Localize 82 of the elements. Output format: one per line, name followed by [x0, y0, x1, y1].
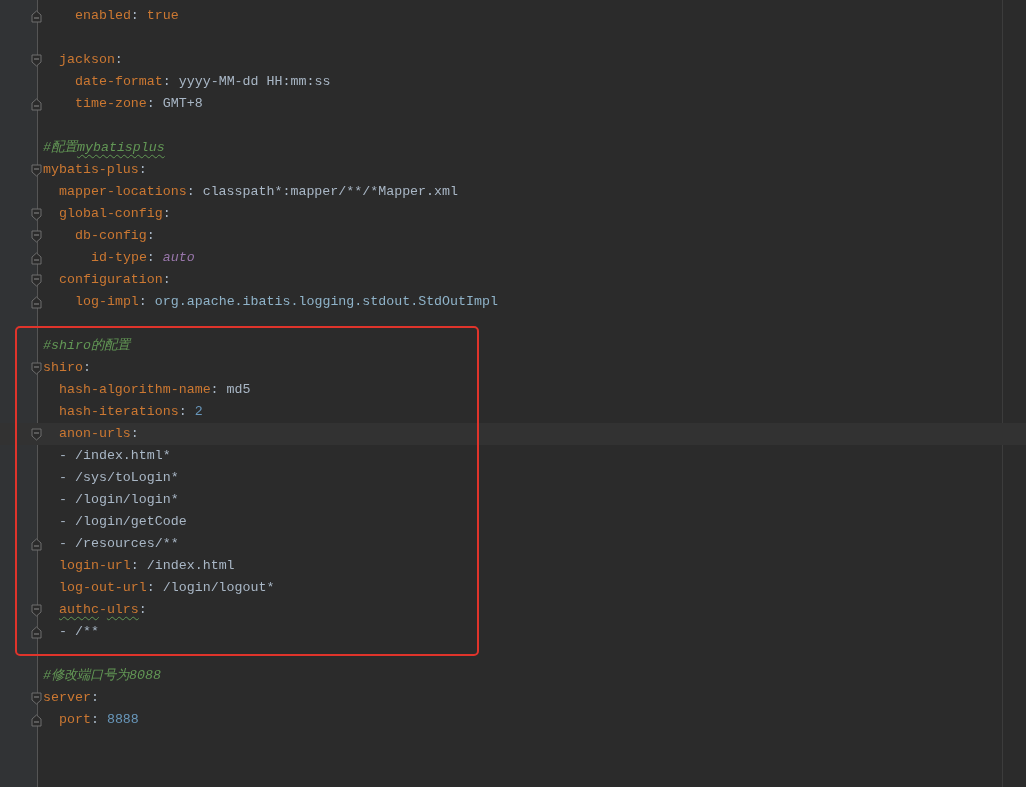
fold-end-icon[interactable]: [31, 537, 42, 551]
yaml-value: GMT+8: [162, 95, 203, 114]
yaml-key: global-config: [59, 204, 163, 224]
colon: :: [82, 359, 91, 378]
yaml-key: date-format: [75, 72, 163, 92]
yaml-value: /**: [75, 623, 99, 642]
yaml-key: log-out-url: [59, 578, 147, 598]
list-dash: -: [59, 447, 67, 466]
list-dash: -: [59, 535, 67, 554]
fold-end-icon[interactable]: [31, 713, 42, 727]
yaml-key: mapper-locations: [59, 182, 187, 202]
colon: :: [162, 73, 171, 92]
list-dash: -: [59, 623, 67, 642]
yaml-key: time-zone: [75, 94, 147, 114]
yaml-key: port: [59, 710, 91, 730]
yaml-value: /sys/toLogin*: [75, 469, 179, 488]
colon: :: [210, 381, 219, 400]
fold-end-icon[interactable]: [31, 97, 42, 111]
fold-end-icon[interactable]: [31, 295, 42, 309]
yaml-key: authc-ulrs: [59, 600, 139, 620]
yaml-key: hash-iterations: [59, 402, 179, 422]
colon: :: [114, 51, 123, 70]
yaml-key: log-impl: [75, 292, 139, 312]
comment-text: #修改端口号为8088: [43, 667, 161, 686]
yaml-key: configuration: [59, 270, 163, 290]
colon: :: [178, 403, 187, 422]
yaml-value: /login/getCode: [75, 513, 187, 532]
colon: :: [186, 183, 195, 202]
fold-icon[interactable]: [31, 207, 42, 221]
fold-icon[interactable]: [31, 427, 42, 441]
fold-icon[interactable]: [31, 53, 42, 67]
colon: :: [130, 557, 139, 576]
colon: :: [162, 271, 171, 290]
yaml-key: hash-algorithm-name: [59, 380, 211, 400]
fold-icon[interactable]: [31, 361, 42, 375]
fold-end-icon[interactable]: [31, 9, 42, 23]
yaml-value: true: [146, 7, 179, 26]
yaml-value: 2: [194, 403, 203, 422]
yaml-value: /login/login*: [75, 491, 179, 510]
yaml-value: /resources/**: [75, 535, 179, 554]
colon: :: [146, 579, 155, 598]
yaml-key: enabled: [75, 6, 131, 26]
colon: :: [130, 7, 139, 26]
yaml-key: jackson: [59, 50, 115, 70]
fold-icon[interactable]: [31, 603, 42, 617]
colon: :: [146, 227, 155, 246]
fold-end-icon[interactable]: [31, 251, 42, 265]
colon: :: [162, 205, 171, 224]
colon: :: [146, 95, 155, 114]
colon: :: [146, 249, 155, 268]
list-dash: -: [59, 491, 67, 510]
colon: :: [90, 689, 99, 708]
yaml-value: yyyy-MM-dd HH:mm:ss: [178, 73, 331, 92]
comment-text: #配置mybatisplus: [43, 139, 165, 158]
colon: :: [138, 601, 147, 620]
colon: :: [90, 711, 99, 730]
yaml-value: classpath*:mapper/**/*Mapper.xml: [202, 183, 458, 202]
colon: :: [130, 425, 139, 444]
yaml-key: shiro: [43, 358, 83, 378]
fold-icon[interactable]: [31, 229, 42, 243]
fold-icon[interactable]: [31, 691, 42, 705]
yaml-value: /login/logout*: [162, 579, 275, 598]
yaml-value: /index.html*: [75, 447, 171, 466]
yaml-key: db-config: [75, 226, 147, 246]
colon: :: [138, 293, 147, 312]
yaml-value: 8888: [106, 711, 139, 730]
yaml-key: login-url: [59, 556, 131, 576]
yaml-key: mybatis-plus: [43, 160, 139, 180]
fold-end-icon[interactable]: [31, 625, 42, 639]
yaml-value: org.apache.ibatis.logging.stdout.StdOutImpl: [154, 293, 498, 312]
yaml-value: md5: [226, 381, 251, 400]
yaml-key: anon-urls: [59, 424, 131, 444]
colon: :: [138, 161, 147, 180]
list-dash: -: [59, 469, 67, 488]
yaml-key: id-type: [91, 248, 147, 268]
yaml-value: auto: [162, 249, 195, 268]
fold-icon[interactable]: [31, 163, 42, 177]
comment-text: #shiro的配置: [43, 337, 130, 356]
yaml-value: /index.html: [146, 557, 235, 576]
yaml-key: server: [43, 688, 91, 708]
fold-icon[interactable]: [31, 273, 42, 287]
list-dash: -: [59, 513, 67, 532]
